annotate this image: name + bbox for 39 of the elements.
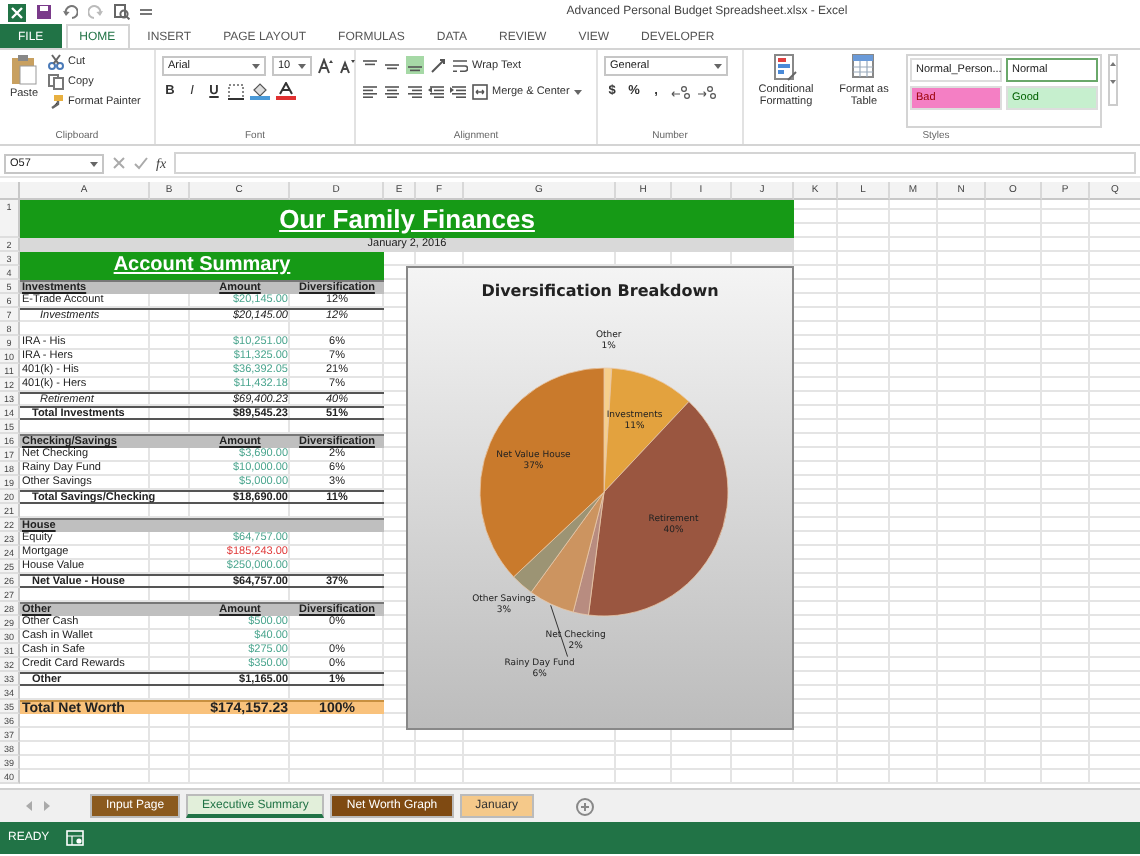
align-right-icon[interactable] [406,83,422,99]
dropdown-caret-icon[interactable] [252,61,260,69]
sheet-title: Our Family Finances [20,200,794,238]
dropdown-caret-icon [573,87,582,95]
font-color-icon[interactable] [276,82,296,100]
print-preview-icon[interactable] [114,4,130,20]
save-icon[interactable] [36,4,52,20]
table-icon [852,54,876,82]
gallery-scroll-icon[interactable] [1108,54,1118,106]
dropdown-caret-icon[interactable] [298,61,306,69]
summary-heading: Account Summary [20,252,384,280]
borders-icon[interactable] [228,83,244,99]
copy-icon [48,74,64,90]
chart-title: Diversification Breakdown [481,282,719,300]
paintbrush-icon [48,94,64,110]
decrease-indent-icon[interactable] [428,83,444,99]
align-left-icon[interactable] [362,83,378,99]
formula-input[interactable] [174,152,1136,174]
shrink-font-icon[interactable] [340,57,356,73]
fill-color-icon[interactable] [250,82,270,100]
conditional-format-icon [774,54,798,82]
undo-icon[interactable] [62,4,78,20]
text-orientation-icon[interactable] [430,57,446,73]
macro-record-icon[interactable] [65,830,84,846]
align-bottom-icon[interactable] [406,56,424,74]
dropdown-caret-icon[interactable] [90,159,98,167]
increase-decimal-icon[interactable] [670,83,690,99]
grow-font-icon[interactable] [318,57,334,73]
dropdown-caret-icon[interactable] [714,61,722,69]
plus-circle-icon [576,797,594,815]
merge-cells-icon [472,83,488,99]
increase-indent-icon[interactable] [450,83,466,99]
clipboard-icon [10,54,38,86]
align-center-icon[interactable] [384,83,400,99]
wrap-text-icon [452,57,468,73]
decrease-decimal-icon[interactable] [696,83,716,99]
spreadsheet-app-icon[interactable] [8,3,26,21]
customize-icon[interactable] [140,4,152,20]
scissors-icon [48,54,64,70]
